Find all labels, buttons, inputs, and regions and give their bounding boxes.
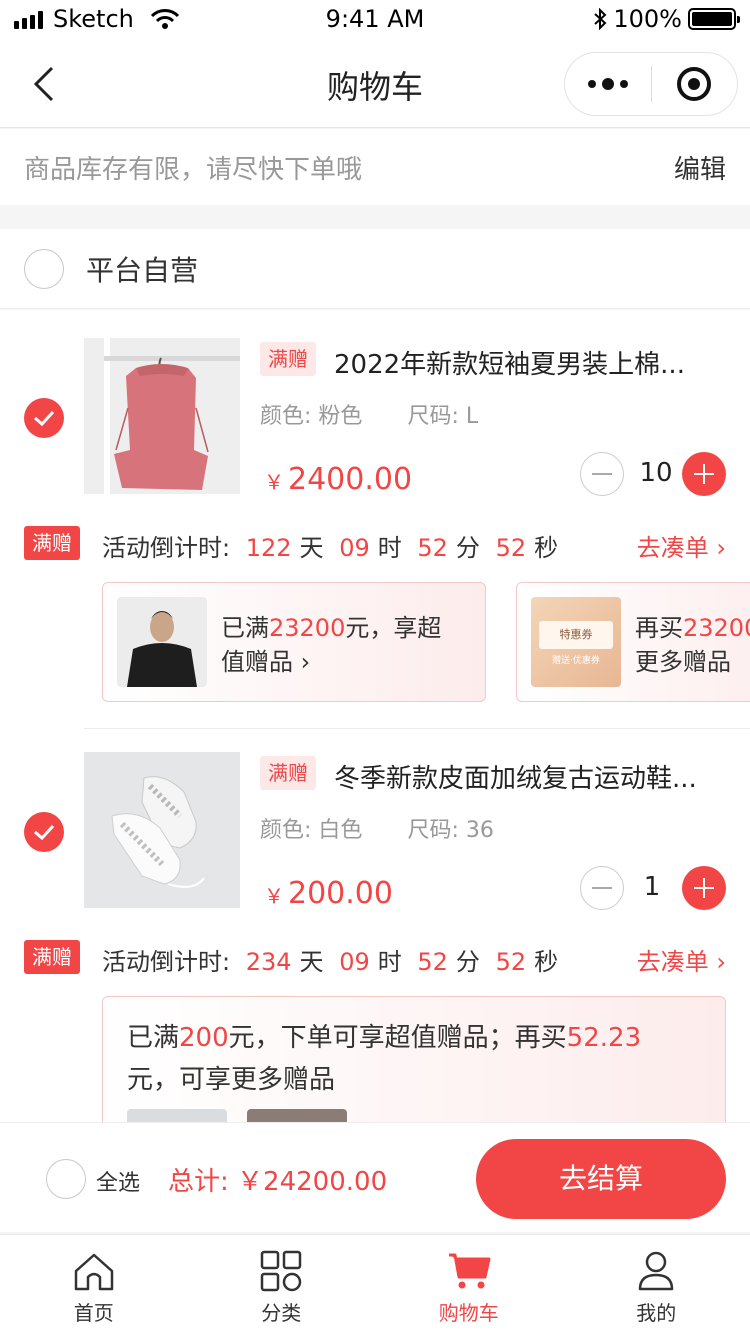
checkout-bar: 全选 总计: ￥24200.00 去结算: [0, 1122, 750, 1232]
select-all-label[interactable]: 全选: [96, 1165, 140, 1197]
gift-promo-text: 已满200元，下单可享超值赠品；再买52.23元，可享更多赠品: [127, 1023, 642, 1095]
product-title[interactable]: 冬季新款皮面加绒复古运动鞋...: [334, 758, 697, 795]
battery-percent: 100%: [613, 5, 682, 33]
gift-tag: 满赠: [260, 756, 316, 790]
promo-row: 满赠 活动倒计时: 122 天 09 时 52 分 52 秒 去凑单 ›: [0, 526, 750, 562]
tab-bar: 首页 分类 购物车 我的: [0, 1234, 750, 1334]
category-icon: [261, 1250, 302, 1292]
status-bar: Sketch 9:41 AM 100%: [0, 0, 750, 40]
promo-row: 满赠 活动倒计时: 234 天 09 时 52 分 52 秒 去凑单 ›: [0, 940, 750, 976]
coupon-title: 特惠券: [539, 621, 613, 649]
stock-notice: 商品库存有限，请尽快下单哦 编辑: [0, 129, 750, 205]
more-icon[interactable]: [565, 78, 651, 90]
tab-profile[interactable]: 我的: [563, 1235, 750, 1334]
promo-badge: 满赠: [24, 526, 80, 560]
tshirt-image: [84, 338, 240, 494]
gift-image: [117, 597, 207, 687]
shop-checkbox[interactable]: [24, 249, 64, 289]
product-price: ￥ 2400.00: [264, 462, 413, 497]
profile-icon: [639, 1251, 674, 1291]
product-image[interactable]: [84, 752, 240, 908]
promo-countdown: 活动倒计时: 234 天 09 时 52 分 52 秒: [102, 948, 559, 976]
home-icon: [74, 1253, 113, 1291]
gift-card[interactable]: 特惠券 赠送·优惠券 再买23200 更多赠品: [516, 582, 750, 702]
increase-button[interactable]: [682, 452, 726, 496]
product-price: ￥ 200.00: [264, 876, 393, 911]
cart-items: 满赠 2022年新款短袖夏男装上棉... 颜色: 粉色 尺码: L ￥ 2400.…: [0, 310, 750, 1122]
promo-countdown: 活动倒计时: 122 天 09 时 52 分 52 秒: [102, 534, 559, 562]
nav-bar: 购物车: [0, 40, 750, 128]
cart-icon: [448, 1253, 491, 1289]
shop-name: 平台自营: [86, 254, 199, 287]
close-target-icon[interactable]: [652, 67, 738, 101]
shop-header: 平台自营: [0, 229, 750, 309]
product-title[interactable]: 2022年新款短袖夏男装上棉...: [334, 344, 685, 381]
decrease-button[interactable]: [580, 452, 624, 496]
increase-button[interactable]: [682, 866, 726, 910]
miniprogram-capsule: [564, 52, 738, 116]
item-divider: [84, 728, 750, 729]
tab-cart[interactable]: 购物车: [375, 1235, 563, 1334]
gift-thumbnail[interactable]: [247, 1109, 347, 1122]
tab-category[interactable]: 分类: [188, 1235, 376, 1334]
gift-text: 已满23200元，享超 值赠品 ›: [221, 614, 442, 676]
total-amount: 总计: ￥24200.00: [168, 1167, 388, 1197]
product-image[interactable]: [84, 338, 240, 494]
quantity-value[interactable]: 10: [628, 458, 684, 488]
sneaker-image: [84, 752, 240, 908]
bluetooth-icon: [594, 8, 607, 30]
add-on-link[interactable]: 去凑单 ›: [637, 942, 726, 977]
product-attrs: 颜色: 粉色 尺码: L: [260, 404, 479, 429]
quantity-value[interactable]: 1: [624, 872, 680, 902]
product-attrs: 颜色: 白色 尺码: 36: [260, 818, 494, 843]
gift-promo-panel[interactable]: 已满200元，下单可享超值赠品；再买52.23元，可享更多赠品: [102, 996, 726, 1122]
coupon-image: 特惠券 赠送·优惠券: [531, 597, 621, 687]
gift-tag: 满赠: [260, 342, 316, 376]
promo-badge: 满赠: [24, 940, 80, 974]
coupon-subtitle: 赠送·优惠券: [552, 656, 600, 666]
tab-label: 购物车: [438, 1301, 499, 1325]
add-on-link[interactable]: 去凑单 ›: [637, 528, 726, 563]
item-checkbox[interactable]: [24, 812, 64, 852]
gift-thumbnail[interactable]: [127, 1109, 227, 1122]
status-right: 100%: [593, 5, 740, 33]
battery-icon: [688, 8, 740, 30]
tab-label: 首页: [73, 1301, 114, 1325]
gift-text: 再买23200 更多赠品: [635, 614, 750, 676]
edit-button[interactable]: 编辑: [674, 149, 726, 186]
tab-label: 分类: [261, 1301, 302, 1325]
notice-text: 商品库存有限，请尽快下单哦: [24, 155, 363, 185]
select-all-checkbox[interactable]: [46, 1159, 86, 1199]
tab-home[interactable]: 首页: [0, 1235, 188, 1334]
gift-card[interactable]: 已满23200元，享超 值赠品 ›: [102, 582, 486, 702]
item-checkbox[interactable]: [24, 398, 64, 438]
tab-label: 我的: [636, 1301, 677, 1325]
checkout-button[interactable]: 去结算: [476, 1139, 726, 1219]
decrease-button[interactable]: [580, 866, 624, 910]
